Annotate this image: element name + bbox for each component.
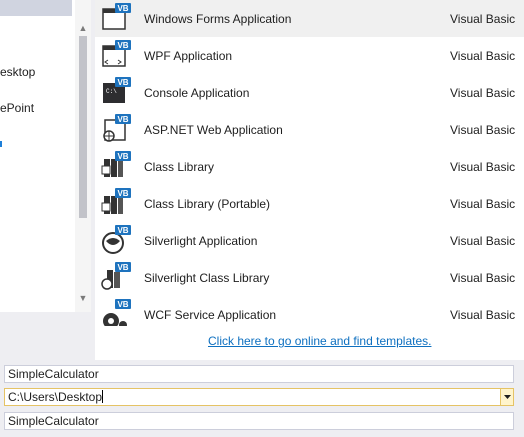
- scroll-down-arrow-icon[interactable]: ▼: [75, 290, 91, 306]
- template-row[interactable]: VB Silverlight Class Library Visual Basic: [95, 259, 524, 296]
- project-name-value: SimpleCalculator: [8, 367, 99, 381]
- tree-pane-footer: [0, 312, 91, 360]
- vb-badge-text: VB: [117, 115, 128, 124]
- template-name: Console Application: [144, 86, 250, 100]
- vb-badge-text: VB: [117, 41, 128, 50]
- class-library-portable-vb-icon: VB: [101, 188, 131, 214]
- template-language: Visual Basic: [450, 12, 516, 26]
- tree-expand-marker: [0, 141, 2, 147]
- template-language: Visual Basic: [450, 123, 516, 137]
- template-name: Class Library: [144, 160, 215, 174]
- text-cursor: [102, 390, 104, 403]
- template-row[interactable]: VB Windows Forms Application Visual Basic: [95, 0, 524, 37]
- template-tree-pane: esktop ePoint ▲ ▼: [0, 0, 91, 312]
- vb-badge-text: VB: [117, 226, 128, 235]
- online-templates-link[interactable]: Click here to go online and find templat…: [208, 334, 431, 348]
- vb-badge-text: VB: [117, 78, 128, 87]
- tree-item-sharepoint[interactable]: ePoint: [0, 101, 34, 115]
- silverlight-class-library-vb-icon: VB: [101, 262, 131, 290]
- vb-badge-text: VB: [117, 152, 128, 161]
- template-row[interactable]: C:\ VB Console Application Visual Basic: [95, 74, 524, 111]
- wpf-vb-icon: VB: [102, 40, 131, 67]
- template-list: VB Windows Forms Application Visual Basic …: [95, 0, 524, 326]
- class-library-vb-icon: VB: [101, 151, 131, 177]
- template-name: WPF Application: [144, 49, 233, 63]
- wcf-vb-icon: VB: [103, 299, 131, 326]
- template-language: Visual Basic: [450, 160, 516, 174]
- online-templates-bar: Click here to go online and find templat…: [95, 326, 524, 360]
- template-row[interactable]: VB Class Library Visual Basic: [95, 148, 524, 185]
- template-language: Visual Basic: [450, 234, 516, 248]
- location-dropdown-button[interactable]: [500, 389, 513, 405]
- silverlight-vb-icon: VB: [102, 225, 131, 254]
- template-name: ASP.NET Web Application: [144, 123, 283, 137]
- aspnet-vb-icon: VB: [103, 114, 131, 142]
- template-language: Visual Basic: [450, 49, 516, 63]
- vb-badge-text: VB: [117, 263, 128, 272]
- vb-badge-text: VB: [117, 4, 128, 13]
- solution-name-value: SimpleCalculator: [8, 414, 99, 428]
- console-icon-text: C:\: [106, 88, 117, 95]
- template-name: Silverlight Class Library: [144, 271, 270, 285]
- template-row[interactable]: VB ASP.NET Web Application Visual Basic: [95, 111, 524, 148]
- windows-forms-vb-icon: VB: [102, 3, 131, 30]
- template-language: Visual Basic: [450, 86, 516, 100]
- scroll-up-arrow-icon[interactable]: ▲: [75, 20, 91, 36]
- template-name: Windows Forms Application: [144, 12, 292, 26]
- vb-badge-text: VB: [117, 189, 128, 198]
- template-language: Visual Basic: [450, 271, 516, 285]
- template-language: Visual Basic: [450, 308, 516, 322]
- tree-scrollbar-thumb[interactable]: [79, 36, 87, 218]
- solution-name-field[interactable]: SimpleCalculator: [4, 412, 514, 430]
- template-row[interactable]: VB Silverlight Application Visual Basic: [95, 222, 524, 259]
- project-name-field[interactable]: SimpleCalculator: [4, 365, 514, 383]
- tree-scrollbar[interactable]: ▲ ▼: [75, 0, 91, 312]
- location-value: C:\Users\Desktop: [8, 390, 103, 404]
- location-field[interactable]: C:\Users\Desktop: [4, 388, 514, 406]
- console-vb-icon: C:\ VB: [103, 77, 131, 103]
- template-name: Class Library (Portable): [144, 197, 271, 211]
- template-row[interactable]: VB WPF Application Visual Basic: [95, 37, 524, 74]
- template-language: Visual Basic: [450, 197, 516, 211]
- template-row[interactable]: VB Class Library (Portable) Visual Basic: [95, 185, 524, 222]
- chevron-down-icon: [504, 395, 511, 399]
- tree-item-desktop[interactable]: esktop: [0, 65, 35, 79]
- vb-badge-text: VB: [117, 300, 128, 309]
- template-name: Silverlight Application: [144, 234, 258, 248]
- template-name: WCF Service Application: [144, 308, 277, 322]
- tree-selected-item[interactable]: [0, 0, 72, 16]
- template-row[interactable]: VB WCF Service Application Visual Basic: [95, 296, 524, 326]
